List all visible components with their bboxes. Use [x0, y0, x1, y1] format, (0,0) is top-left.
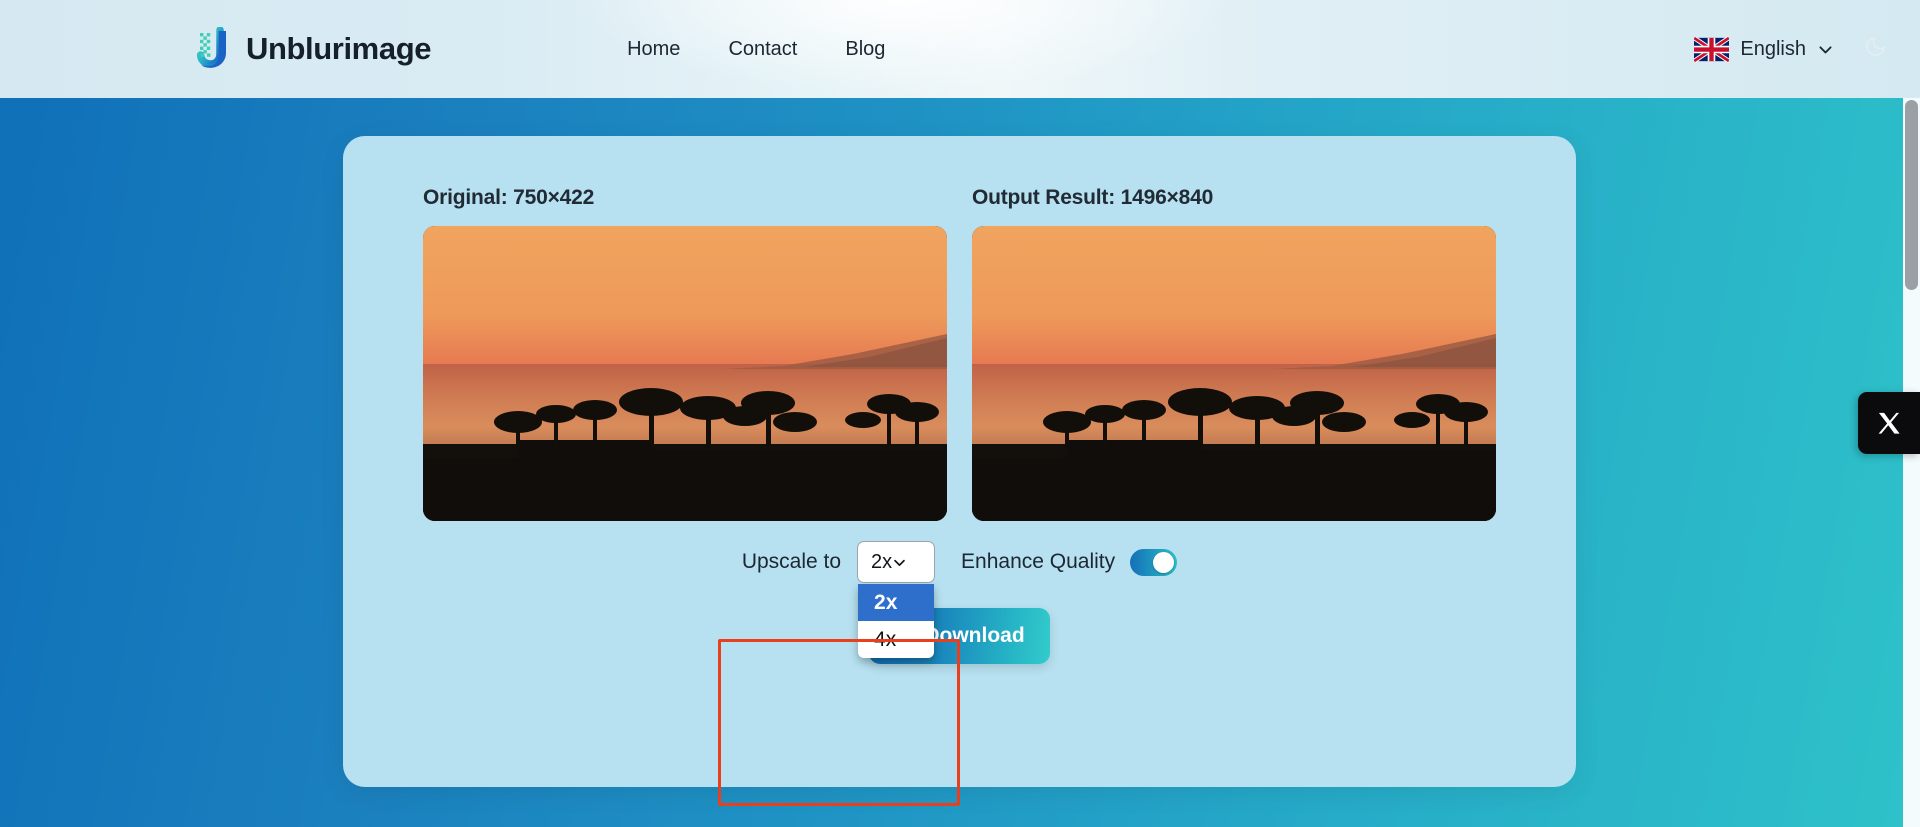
- language-label: English: [1740, 37, 1806, 60]
- result-card: Original: 750×422 Output Result: 1496×84…: [343, 136, 1576, 787]
- original-image: [423, 226, 947, 521]
- enhance-quality-toggle[interactable]: [1130, 548, 1178, 576]
- site-logo[interactable]: Unblurimage: [196, 27, 431, 71]
- dropdown-option-4x[interactable]: 4x: [858, 621, 934, 658]
- download-button-label: Download: [924, 624, 1025, 647]
- upscale-label: Upscale to: [741, 550, 842, 573]
- image-panels: Original: 750×422 Output Result: 1496×84…: [343, 136, 1576, 521]
- main-navigation: Home Contact Blog: [627, 38, 885, 61]
- enhance-quality-label: Enhance Quality: [961, 550, 1116, 573]
- site-header: Unblurimage Home Contact Blog English: [0, 0, 1920, 98]
- x-social-tab[interactable]: [1858, 392, 1920, 454]
- x-twitter-icon: [1876, 410, 1903, 437]
- output-image: [972, 226, 1496, 521]
- language-selector[interactable]: English: [1694, 36, 1834, 62]
- dark-mode-toggle[interactable]: [1858, 32, 1892, 66]
- control-row: Upscale to 2x 2x 4x Enhance Quality: [741, 541, 1178, 658]
- toggle-knob: [1153, 551, 1175, 573]
- moon-icon: [1864, 35, 1887, 63]
- output-panel: Output Result: 1496×840: [972, 186, 1496, 521]
- uk-flag-icon: [1694, 36, 1730, 62]
- unblurimage-u-logo-icon: [196, 27, 236, 71]
- logo-text: Unblurimage: [246, 31, 432, 66]
- dropdown-option-2x[interactable]: 2x: [858, 584, 935, 621]
- chevron-down-icon: [892, 555, 907, 570]
- upscale-dropdown: 2x 4x: [858, 584, 935, 658]
- nav-link-contact[interactable]: Contact: [728, 38, 797, 61]
- page-scrollbar-thumb[interactable]: [1905, 100, 1918, 290]
- upscale-select-value: 2x: [871, 550, 893, 573]
- upscale-select[interactable]: 2x 2x 4x: [857, 541, 936, 658]
- controls-area: Upscale to 2x 2x 4x Enhance Quality Down…: [343, 541, 1576, 664]
- chevron-down-icon: [1817, 41, 1834, 58]
- nav-link-blog[interactable]: Blog: [845, 38, 885, 61]
- main-stage: Original: 750×422 Output Result: 1496×84…: [0, 98, 1920, 827]
- output-panel-label: Output Result: 1496×840: [972, 186, 1214, 209]
- header-right-cluster: English: [1694, 32, 1892, 66]
- original-panel: Original: 750×422: [423, 186, 947, 521]
- nav-link-home[interactable]: Home: [627, 38, 680, 61]
- original-panel-label: Original: 750×422: [423, 186, 595, 209]
